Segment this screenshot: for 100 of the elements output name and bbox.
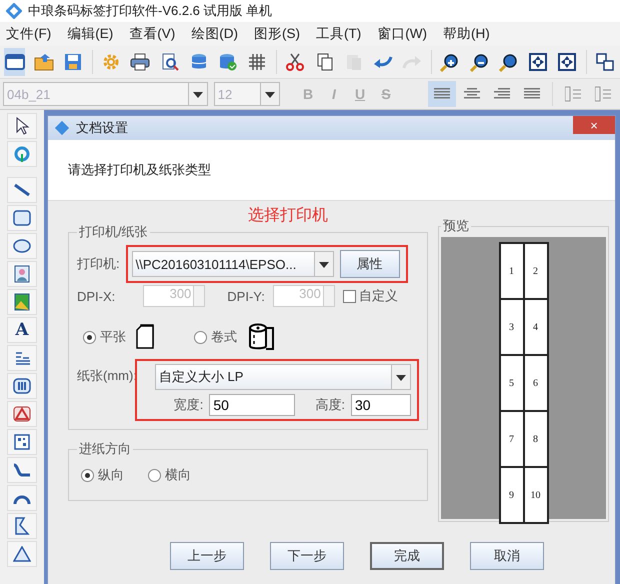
label-cell: 3 [500,299,524,355]
menu-item[interactable]: 图形(S) [254,25,300,43]
label-cell: 5 [500,355,524,411]
paper-label: 纸张(mm): [77,367,137,385]
caret-icon [394,372,408,382]
text-tool-icon: A [15,322,29,338]
label-cell: 9 [500,467,524,523]
menu-item[interactable]: 绘图(D) [191,25,238,43]
paper-roll-icon [247,323,277,351]
tool-button[interactable] [7,113,37,139]
pointer-icon [14,117,30,135]
indent-icon [595,86,611,102]
zoom-out-icon [470,52,490,72]
direction-radio[interactable]: 纵向 [81,466,124,484]
tool-button[interactable] [7,345,37,371]
tool-button[interactable] [7,205,37,231]
toolbar-button[interactable] [4,48,26,76]
app-logo-icon [6,3,22,19]
database-check-icon [219,53,238,71]
folder-icon [34,53,54,71]
tool-button[interactable] [7,541,37,567]
paragraph-icon [14,350,30,366]
menu-item[interactable]: 文件(F) [6,25,52,43]
copy-icon [316,53,334,71]
menu-item[interactable]: 编辑(E) [67,25,114,43]
tool-button[interactable] [7,289,37,315]
indent-icon [565,86,581,102]
direction-radio[interactable]: 横向 [148,466,191,484]
instruction-text: 请选择打印机及纸张类型 [68,161,211,179]
barcode-icon [13,378,31,394]
window-title: 中琅条码标签打印软件-V6.2.6 试用版 单机 [28,2,272,20]
group-title: 进纸方向 [78,440,132,458]
rectangle-icon [13,210,31,226]
printer-dropdown[interactable]: \\PC201603101114\EPSO... [132,251,334,277]
paper-size-dropdown[interactable]: 自定义大小 LP [154,364,411,390]
align-button[interactable] [428,81,456,107]
landscape-image-icon [14,293,30,311]
width-field[interactable]: 50 [209,394,296,416]
custom-checkbox[interactable]: 自定义 [342,287,398,305]
printer-label: 打印机: [77,255,120,273]
wizard-button[interactable]: 上一步 [170,542,244,570]
width-label: 宽度: [174,396,204,414]
qr-code-icon [14,434,30,450]
properties-button[interactable]: 属性 [340,250,400,278]
tool-button[interactable] [7,233,37,259]
triangle-sign-icon [13,406,31,422]
tool-button[interactable] [7,261,37,287]
dialog-title: 文档设置 [76,119,129,137]
tool-button[interactable] [7,513,37,539]
curve-icon [13,462,31,478]
tool-button[interactable] [7,485,37,511]
tool-button[interactable] [7,429,37,455]
caret-icon [190,89,205,99]
caret-icon [316,259,331,269]
magnifier-icon [498,52,519,72]
paper-type-radio[interactable]: 卷式 [194,328,237,346]
scissors-icon [286,53,304,71]
wizard-button[interactable]: 完成 [370,542,444,570]
polygon-icon [14,517,30,535]
ellipse-icon [13,238,31,254]
gear-icon [101,52,122,72]
tool-button[interactable] [7,457,37,483]
menu-item[interactable]: 查看(V) [129,25,176,43]
height-field[interactable]: 30 [350,394,411,416]
magnifier-page-icon [160,53,179,71]
label-cell: 4 [524,299,548,355]
caret-icon [263,89,277,99]
label-cell: 10 [524,467,548,523]
label-cell: 7 [500,411,524,467]
group-title: 打印机/纸张 [78,223,149,241]
group-title: 预览 [442,217,470,235]
portrait-picture-icon [14,265,30,283]
fit-to-window-icon [529,53,548,71]
grid-icon [249,54,266,70]
dpi-y-label: DPI-Y: [227,288,265,304]
menu-item[interactable]: 工具(T) [316,25,362,43]
label-cell: 8 [524,411,548,467]
printer-icon [130,53,150,71]
label-cell: 2 [524,243,548,299]
fit-to-window-icon [558,53,576,71]
line-icon [13,181,31,199]
label-cell: 1 [500,243,524,299]
paper-type-radio[interactable]: 平张 [83,328,126,346]
tool-button[interactable] [7,177,37,203]
database-icon [190,53,207,71]
menu-item[interactable]: 帮助(H) [442,25,490,43]
triangle-icon [13,546,31,562]
label-cell: 6 [524,355,548,411]
close-button[interactable]: × [573,116,615,134]
rotate-icon [13,145,31,163]
menu-item[interactable]: 窗口(W) [377,25,427,43]
wizard-button[interactable]: 下一步 [270,542,344,570]
undo-arrow-icon [373,54,394,70]
tool-button[interactable] [7,373,37,399]
zoom-in-icon [440,52,460,72]
wizard-button[interactable]: 取消 [470,542,544,570]
height-label: 高度: [315,396,345,414]
overlap-icon [596,53,614,71]
tool-button[interactable]: A [7,317,37,343]
window-icon [4,53,25,71]
